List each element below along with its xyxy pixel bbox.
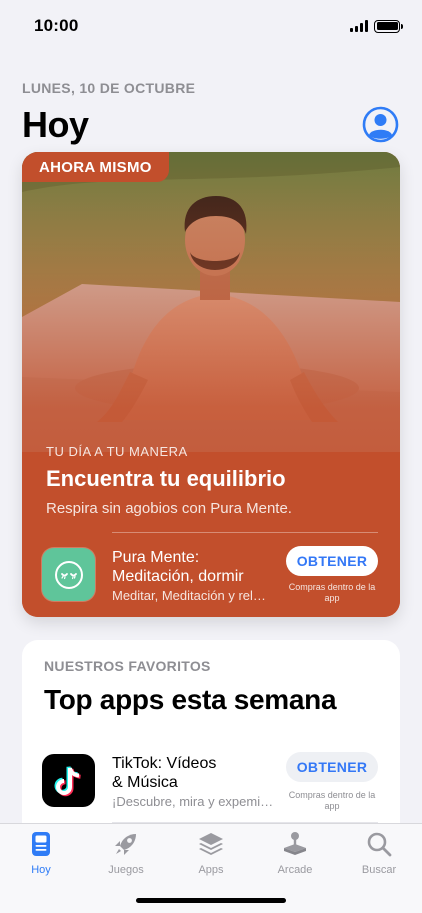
tab-arcade[interactable]: Arcade bbox=[260, 830, 330, 880]
story-card[interactable]: AHORA MISMO TU DÍA A TU MANERA Encuentra… bbox=[22, 152, 400, 617]
in-app-purchases-note: Compras dentro de la app bbox=[288, 790, 376, 811]
now-badge: AHORA MISMO bbox=[22, 152, 169, 182]
story-description: Respira sin agobios con Pura Mente. bbox=[46, 500, 292, 517]
featured-app-row[interactable]: Pura Mente: Meditación, dormir Meditar, … bbox=[42, 546, 382, 604]
cellular-signal-icon bbox=[350, 20, 368, 32]
divider bbox=[112, 532, 378, 533]
battery-icon bbox=[374, 19, 403, 33]
tab-label: Arcade bbox=[277, 864, 313, 876]
status-icons bbox=[350, 19, 403, 33]
date-label: LUNES, 10 DE OCTUBRE bbox=[22, 80, 196, 96]
page-title: Hoy bbox=[22, 104, 89, 145]
app-tagline: ¡Descubre, mira y expemienta! bbox=[112, 794, 277, 809]
tab-apps[interactable]: Apps bbox=[176, 830, 246, 880]
tab-label: Buscar bbox=[361, 864, 397, 876]
status-time: 10:00 bbox=[34, 16, 79, 35]
get-button[interactable]: OBTENER bbox=[286, 546, 378, 576]
app-name: Pura Mente: Meditación, dormir bbox=[112, 548, 272, 586]
tab-hoy[interactable]: Hoy bbox=[6, 830, 76, 880]
app-name-line2: & Música bbox=[112, 774, 178, 791]
tab-juegos[interactable]: Juegos bbox=[91, 830, 161, 880]
app-name: TikTok: Vídeos & Música bbox=[112, 754, 282, 792]
in-app-purchases-note: Compras dentro de la app bbox=[288, 582, 376, 603]
layers-icon bbox=[199, 833, 223, 855]
app-name-line1: TikTok: Vídeos bbox=[112, 755, 217, 772]
favorites-eyebrow: NUESTROS FAVORITOS bbox=[44, 658, 211, 674]
favorites-title: Top apps esta semana bbox=[44, 684, 337, 715]
tiktok-note-icon bbox=[42, 754, 95, 807]
home-indicator[interactable] bbox=[136, 898, 286, 903]
tab-label: Hoy bbox=[31, 864, 51, 876]
app-name-line1: Pura Mente: bbox=[112, 549, 200, 566]
account-avatar-icon[interactable] bbox=[362, 106, 399, 143]
tab-buscar[interactable]: Buscar bbox=[344, 830, 414, 880]
rocket-icon bbox=[115, 834, 136, 855]
tab-label: Apps bbox=[198, 864, 224, 876]
status-bar: 10:00 bbox=[0, 0, 422, 52]
list-item[interactable]: TikTok: Vídeos & Música ¡Descubre, mira … bbox=[42, 752, 382, 814]
tab-label: Juegos bbox=[108, 864, 144, 876]
get-button[interactable]: OBTENER bbox=[286, 752, 378, 782]
search-icon bbox=[367, 832, 392, 857]
favorites-card[interactable]: NUESTROS FAVORITOS Top apps esta semana … bbox=[22, 640, 400, 840]
sleeping-face-icon bbox=[42, 548, 95, 601]
story-title: Encuentra tu equilibrio bbox=[46, 466, 286, 491]
today-icon bbox=[32, 832, 50, 856]
story-subtitle: TU DÍA A TU MANERA bbox=[46, 444, 188, 459]
joystick-icon bbox=[284, 832, 306, 855]
app-name-line2: Meditación, dormir bbox=[112, 568, 244, 585]
app-tagline: Meditar, Meditación y relajación bbox=[112, 588, 272, 603]
